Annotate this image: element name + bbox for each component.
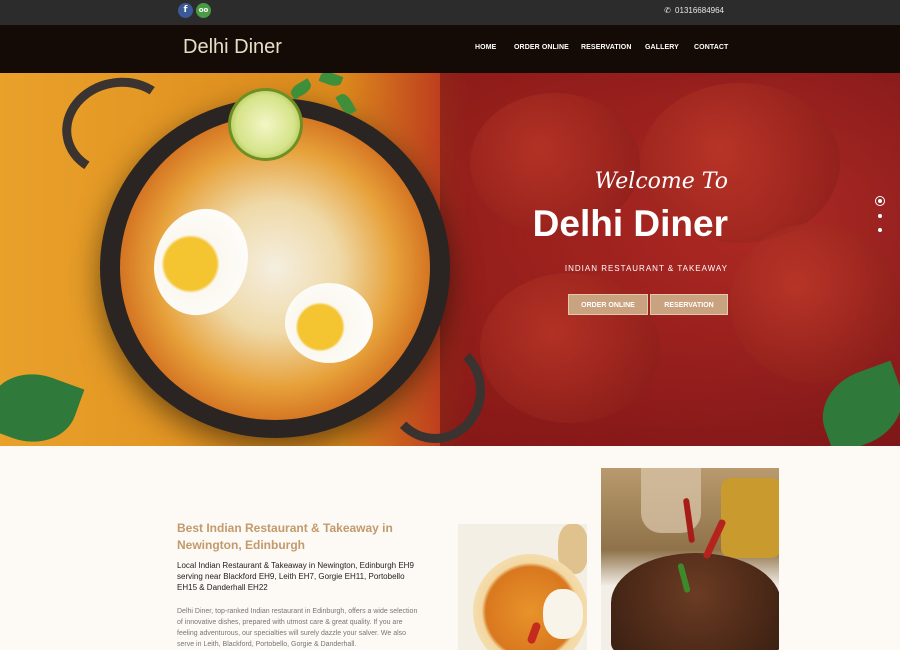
nav-home[interactable]: HOME: [475, 44, 496, 51]
egg-image: [285, 283, 373, 363]
nav-reservation[interactable]: RESERVATION: [581, 44, 632, 51]
section-intro: Local Indian Restaurant & Takeaway in Ne…: [177, 561, 414, 592]
main-navbar: Delhi Diner HOME ORDER ONLINE RESERVATIO…: [0, 25, 900, 73]
section-heading: Best Indian Restaurant & Takeaway in New…: [177, 521, 393, 552]
section-body: Delhi Diner, top-ranked Indian restauran…: [177, 608, 418, 648]
slider-dot-2[interactable]: [878, 214, 882, 218]
mint-leaf: [288, 78, 314, 100]
nav-contact[interactable]: CONTACT: [694, 44, 728, 51]
hero-order-online-button[interactable]: ORDER ONLINE: [568, 294, 648, 315]
hero-slider: Welcome To Delhi Diner INDIAN RESTAURANT…: [0, 73, 900, 446]
nav-gallery[interactable]: GALLERY: [645, 44, 679, 51]
facebook-icon[interactable]: f: [178, 3, 193, 18]
phone-link[interactable]: ✆ 01316684964: [664, 6, 724, 15]
tandoori-image-part: [730, 223, 900, 383]
rice-image: [543, 589, 583, 639]
curry-plate-image: [458, 524, 587, 650]
slider-dot-1[interactable]: [875, 196, 885, 206]
mint-leaf: [318, 73, 344, 89]
top-bar: f oo ✆ 01316684964: [0, 0, 900, 25]
phone-icon: ✆: [664, 6, 671, 15]
copper-pot-image: [721, 478, 779, 558]
curry-bowl: [611, 553, 779, 650]
lamb-curry-image: [601, 468, 779, 650]
tripadvisor-icon[interactable]: oo: [196, 3, 211, 18]
nav-order-online[interactable]: ORDER ONLINE: [514, 44, 569, 51]
lime-image: [228, 88, 303, 161]
palm-leaf-left: [0, 360, 85, 446]
hero-title: Delhi Diner: [532, 203, 728, 244]
phone-number: 01316684964: [675, 6, 724, 15]
hero-welcome: Welcome To: [594, 169, 728, 194]
hero-subtitle: INDIAN RESTAURANT & TAKEAWAY: [564, 264, 728, 273]
hero-reservation-button[interactable]: RESERVATION: [650, 294, 728, 315]
brand-logo[interactable]: Delhi Diner: [183, 36, 282, 59]
slider-dot-3[interactable]: [878, 228, 882, 232]
